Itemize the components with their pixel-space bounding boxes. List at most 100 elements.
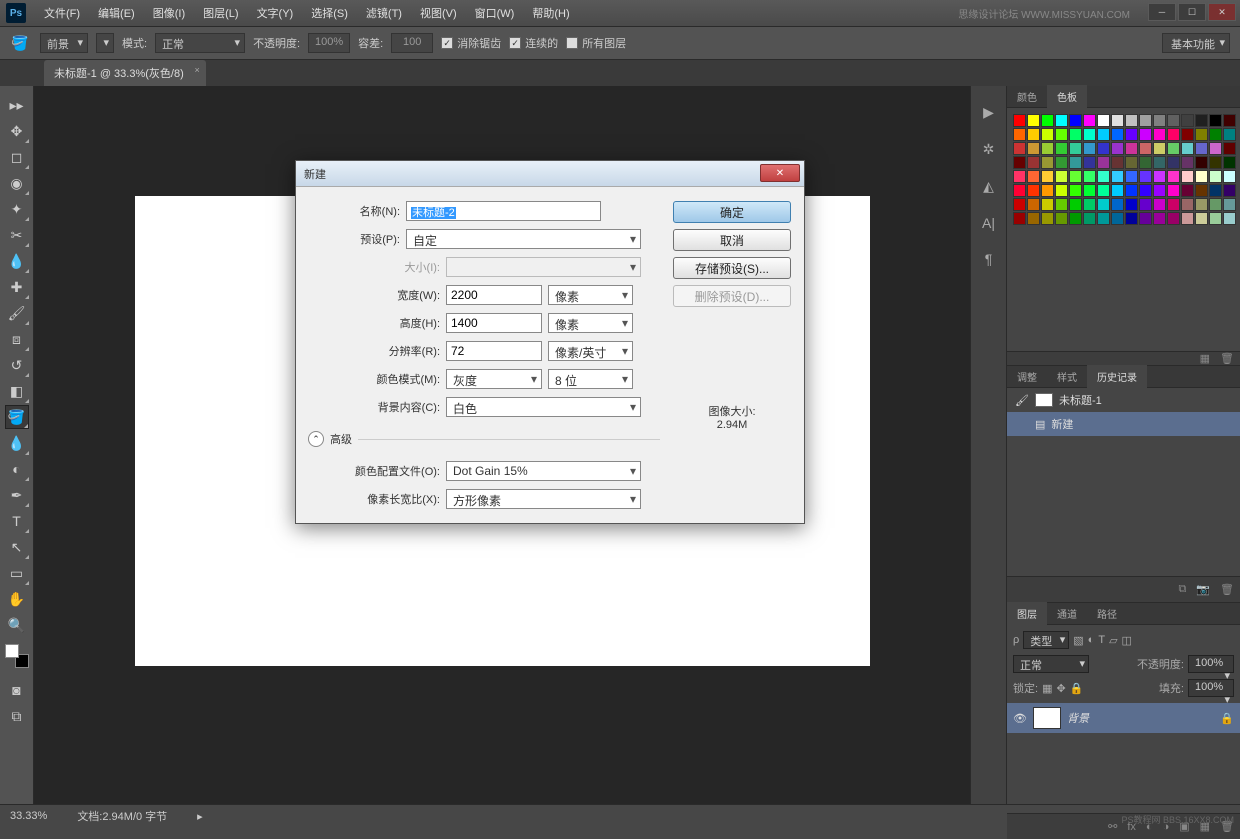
swatch[interactable] (1195, 170, 1208, 183)
marquee-tool[interactable]: ◻ (5, 145, 29, 169)
link-icon[interactable]: ⚯ (1108, 820, 1117, 833)
channels-tab[interactable]: 通道 (1047, 602, 1087, 625)
swatch[interactable] (1013, 212, 1026, 225)
swatch[interactable] (1055, 212, 1068, 225)
swatch[interactable] (1069, 198, 1082, 211)
swatch[interactable] (1195, 184, 1208, 197)
path-tool[interactable]: ↖ (5, 535, 29, 559)
swatch[interactable] (1125, 156, 1138, 169)
swatch[interactable] (1153, 128, 1166, 141)
swatch[interactable] (1139, 198, 1152, 211)
swatch[interactable] (1167, 170, 1180, 183)
swatch[interactable] (1125, 114, 1138, 127)
swatch[interactable] (1083, 212, 1096, 225)
swatch[interactable] (1181, 198, 1194, 211)
new-icon[interactable]: ▦ (1200, 352, 1210, 365)
swatch[interactable] (1055, 170, 1068, 183)
paragraph-icon[interactable]: ¶ (985, 251, 993, 267)
swatch[interactable] (1139, 128, 1152, 141)
swatch[interactable] (1083, 170, 1096, 183)
close-icon[interactable]: × (194, 65, 199, 75)
swatch[interactable] (1167, 128, 1180, 141)
history-document[interactable]: 🖌 未标题-1 (1007, 388, 1240, 412)
swatch[interactable] (1223, 198, 1236, 211)
colormode-select[interactable]: 灰度 (446, 369, 542, 389)
swatch[interactable] (1027, 184, 1040, 197)
swatch[interactable] (1195, 212, 1208, 225)
swatch[interactable] (1083, 128, 1096, 141)
swatch[interactable] (1209, 198, 1222, 211)
swatch[interactable] (1069, 170, 1082, 183)
swatch[interactable] (1139, 114, 1152, 127)
swatch[interactable] (1069, 184, 1082, 197)
swatch[interactable] (1097, 212, 1110, 225)
swatch[interactable] (1125, 170, 1138, 183)
stamp-tool[interactable]: ⧈ (5, 327, 29, 351)
swatch[interactable] (1125, 128, 1138, 141)
layer-background[interactable]: 👁 背景 🔒 (1007, 703, 1240, 733)
swatch[interactable] (1153, 114, 1166, 127)
compass-icon[interactable]: ✲ (983, 141, 995, 158)
visibility-icon[interactable]: 👁 (1013, 712, 1027, 725)
swatch[interactable] (1153, 156, 1166, 169)
profile-select[interactable]: Dot Gain 15% (446, 461, 641, 481)
history-brush-tool[interactable]: ↺ (5, 353, 29, 377)
swatch[interactable] (1041, 156, 1054, 169)
swatch[interactable] (1041, 184, 1054, 197)
all-layers-check[interactable]: 所有图层 (566, 35, 626, 51)
swatch[interactable] (1139, 184, 1152, 197)
dialog-titlebar[interactable]: 新建 ✕ (296, 161, 804, 187)
swatch[interactable] (1041, 128, 1054, 141)
resolution-input[interactable] (446, 341, 542, 361)
filter-shape-icon[interactable]: ▱ (1109, 634, 1117, 647)
swatch[interactable] (1167, 114, 1180, 127)
color-swap[interactable] (5, 644, 29, 668)
swatch[interactable] (1139, 142, 1152, 155)
bgcontent-select[interactable]: 白色 (446, 397, 641, 417)
layers-tab[interactable]: 图层 (1007, 602, 1047, 625)
filter-image-icon[interactable]: ▧ (1073, 634, 1083, 647)
swatch[interactable] (1111, 128, 1124, 141)
swatch[interactable] (1209, 114, 1222, 127)
swatch[interactable] (1055, 142, 1068, 155)
swatch[interactable] (1209, 156, 1222, 169)
blur-tool[interactable]: 💧 (5, 431, 29, 455)
swatch[interactable] (1097, 184, 1110, 197)
swatch[interactable] (1125, 142, 1138, 155)
menu-item[interactable]: 窗口(W) (467, 2, 523, 24)
swatch[interactable] (1069, 128, 1082, 141)
swatch[interactable] (1153, 142, 1166, 155)
bitdepth-select[interactable]: 8 位 (548, 369, 633, 389)
width-unit-select[interactable]: 像素 (548, 285, 633, 305)
filter-adjust-icon[interactable]: ◐ (1088, 634, 1095, 646)
type-tool[interactable]: T (5, 509, 29, 533)
aspect-select[interactable]: 方形像素 (446, 489, 641, 509)
adjustments-tab[interactable]: 调整 (1007, 365, 1047, 388)
swatch[interactable] (1223, 170, 1236, 183)
fill-input[interactable]: 100% (1188, 679, 1234, 697)
swatch[interactable] (1181, 128, 1194, 141)
swatch[interactable] (1167, 142, 1180, 155)
quickmask-tool[interactable]: ◙ (5, 678, 29, 702)
swatch[interactable] (1167, 212, 1180, 225)
crop-tool[interactable]: ✂ (5, 223, 29, 247)
swatches-tab[interactable]: 色板 (1047, 85, 1087, 108)
swatch[interactable] (1167, 156, 1180, 169)
swatch[interactable] (1083, 156, 1096, 169)
swatch[interactable] (1013, 170, 1026, 183)
swatch[interactable] (1181, 142, 1194, 155)
swatch[interactable] (1111, 156, 1124, 169)
styles-tab[interactable]: 样式 (1047, 365, 1087, 388)
swatch[interactable] (1055, 184, 1068, 197)
swatch[interactable] (1027, 212, 1040, 225)
swatch[interactable] (1013, 142, 1026, 155)
menu-item[interactable]: 文字(Y) (249, 2, 302, 24)
swatch[interactable] (1223, 184, 1236, 197)
swatch[interactable] (1097, 128, 1110, 141)
minimize-button[interactable]: ─ (1148, 3, 1176, 21)
swatch[interactable] (1195, 142, 1208, 155)
swatch[interactable] (1041, 170, 1054, 183)
swatch[interactable] (1195, 156, 1208, 169)
eraser-tool[interactable]: ◧ (5, 379, 29, 403)
swatch[interactable] (1013, 114, 1026, 127)
